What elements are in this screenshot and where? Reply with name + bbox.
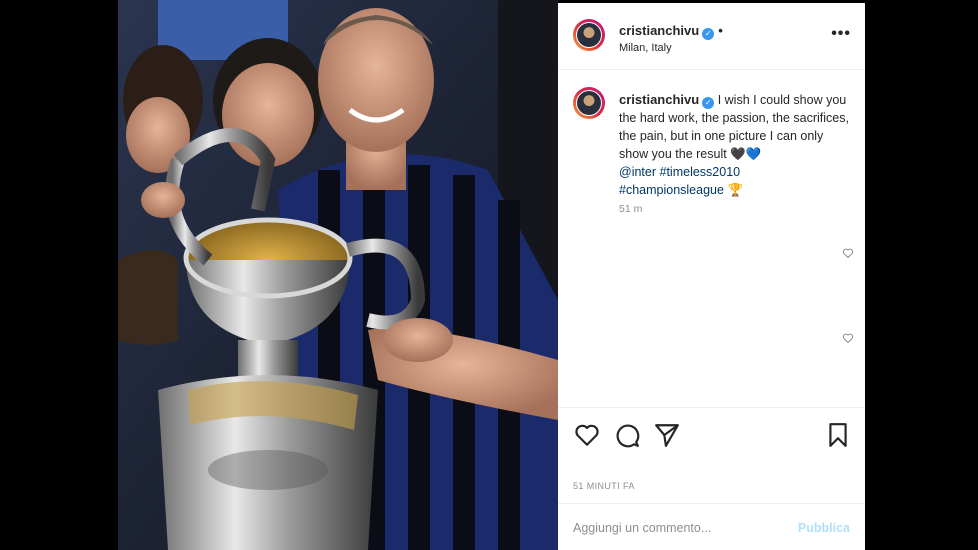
comment-box: Aggiungi un commento... Pubblica: [558, 503, 865, 550]
action-bar: [558, 407, 865, 458]
location-link[interactable]: Milan, Italy: [619, 42, 672, 54]
post-panel: cristianchivu ✓ • Milan, Italy ••• cristia…: [558, 3, 865, 550]
avatar[interactable]: [573, 19, 605, 51]
caption: cristianchivu ✓ I wish I could show you t…: [619, 91, 855, 199]
comment-input[interactable]: Aggiungi un commento...: [573, 521, 711, 535]
trophy-emoji: 🏆: [727, 183, 744, 197]
caption-avatar[interactable]: [573, 87, 605, 119]
verified-icon: ✓: [702, 28, 715, 40]
bookmark-icon[interactable]: [825, 422, 851, 448]
heart-icon[interactable]: [574, 422, 600, 448]
mention-link[interactable]: @inter: [619, 165, 656, 179]
post-timestamp[interactable]: 51 MINUTI FA: [573, 481, 635, 491]
comment-like-heart-icon[interactable]: [842, 332, 854, 344]
publish-button[interactable]: Pubblica: [798, 521, 850, 535]
caption-time[interactable]: 51 m: [619, 203, 642, 215]
share-icon[interactable]: [654, 422, 680, 448]
comment-icon[interactable]: [614, 422, 640, 448]
hashtag-link[interactable]: #timeless2010: [660, 165, 741, 179]
header-username[interactable]: cristianchivu: [619, 23, 699, 38]
post-photo[interactable]: [118, 0, 558, 550]
comment-like-heart-icon[interactable]: [842, 247, 854, 259]
post-photo-image: [118, 0, 558, 550]
separator-dot: •: [718, 23, 723, 38]
caption-username[interactable]: cristianchivu: [619, 92, 699, 107]
more-options-icon[interactable]: •••: [831, 25, 851, 43]
hashtag-link[interactable]: #championsleague: [619, 183, 724, 197]
post-header: cristianchivu ✓ • Milan, Italy •••: [558, 3, 865, 70]
verified-icon: ✓: [702, 97, 715, 109]
header-user-row: cristianchivu ✓ •: [619, 22, 723, 40]
